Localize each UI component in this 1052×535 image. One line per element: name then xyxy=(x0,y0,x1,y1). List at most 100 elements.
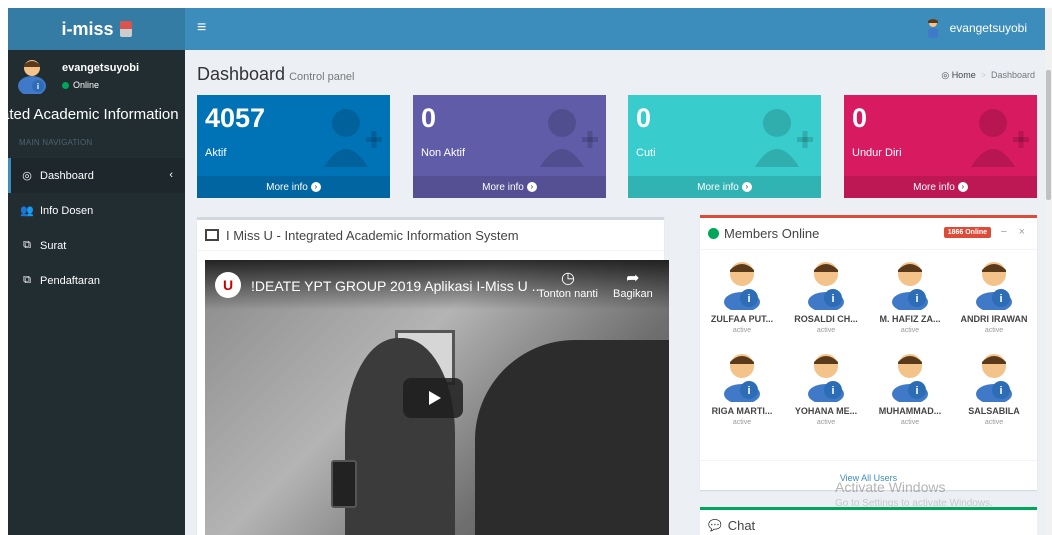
scrollbar[interactable] xyxy=(1045,8,1052,535)
sidebar-item-dashboard[interactable]: ◎ Dashboard ‹ xyxy=(8,158,185,193)
page-title: Dashboard Control panel xyxy=(197,64,355,85)
member-item[interactable]: i MUHAMMAD... active xyxy=(868,348,952,436)
sidebar-menu: ◎ Dashboard ‹ 👥 Info Dosen ⧉ Surat ⧉ Pen… xyxy=(8,158,185,298)
member-name: RIGA MARTI... xyxy=(711,406,773,416)
video-box-title: I Miss U - Integrated Academic Informati… xyxy=(226,227,519,243)
play-icon xyxy=(428,391,441,405)
app-window: i-miss ≡ evangetsuyobi i evangetsuyobi O… xyxy=(0,0,1052,535)
online-dot-icon xyxy=(708,228,719,239)
breadcrumb-current: Dashboard xyxy=(990,70,1035,80)
copy-icon: ⧉ xyxy=(23,239,31,251)
sidebar-item-surat[interactable]: ⧉ Surat xyxy=(8,228,185,263)
clock-icon: ◷ xyxy=(560,270,575,287)
stat-label: Undur Diri xyxy=(852,147,902,159)
online-status-label: Online xyxy=(73,80,100,90)
play-button[interactable] xyxy=(403,378,463,418)
stat-label: Non Aktif xyxy=(421,147,466,159)
flag-icon xyxy=(119,21,132,37)
member-status: active xyxy=(816,419,836,426)
chat-icon: 💬 xyxy=(708,519,722,532)
brand-logo[interactable]: i-miss xyxy=(8,8,185,50)
online-status: Online xyxy=(62,80,99,90)
more-info-link[interactable]: More info › xyxy=(197,176,390,198)
svg-text:i: i xyxy=(747,293,750,305)
member-status: active xyxy=(984,327,1004,334)
sidebar-item-pendaftaran[interactable]: ⧉ Pendaftaran xyxy=(8,263,185,298)
svg-text:i: i xyxy=(831,385,834,397)
member-avatar: i xyxy=(808,262,844,310)
member-status: active xyxy=(984,419,1004,426)
chevron-left-icon: ‹ xyxy=(169,169,173,181)
member-item[interactable]: i ROSALDI CH... active xyxy=(784,256,868,344)
user-add-icon xyxy=(540,109,598,167)
member-name: MUHAMMAD... xyxy=(878,406,942,416)
sidebar-username: evangetsuyobi xyxy=(62,62,140,74)
arrow-circle-right-icon: › xyxy=(526,182,537,192)
user-avatar: i xyxy=(18,60,46,94)
breadcrumb-separator: > xyxy=(980,70,986,80)
member-item[interactable]: i YOHANA ME... active xyxy=(784,348,868,436)
member-status: active xyxy=(900,327,920,334)
stat-value: 0 xyxy=(421,103,437,133)
more-info-link[interactable]: More info › xyxy=(413,176,606,198)
user-menu[interactable]: evangetsuyobi xyxy=(926,18,1027,38)
svg-text:i: i xyxy=(831,293,834,305)
navbar-username: evangetsuyobi xyxy=(949,21,1027,35)
sidebar-toggle-icon[interactable]: ≡ xyxy=(197,19,206,37)
member-item[interactable]: i M. HAFIZ ZA... active xyxy=(868,256,952,344)
video-player[interactable]: U !DEATE YPT GROUP 2019 Aplikasi I-Miss … xyxy=(205,260,669,535)
member-item[interactable]: i ZULFAA PUT... active xyxy=(700,256,784,344)
online-dot-icon xyxy=(62,82,69,90)
video-person xyxy=(475,340,669,535)
member-status: active xyxy=(732,327,752,334)
svg-text:i: i xyxy=(747,385,750,397)
users-icon: 👥 xyxy=(20,205,34,217)
main-content: Dashboard Control panel ◎ Home > Dashboard … xyxy=(185,50,1045,535)
scrollbar-thumb[interactable] xyxy=(1046,70,1051,200)
more-info-label: More info xyxy=(697,181,739,193)
member-name: ROSALDI CH... xyxy=(794,314,858,324)
stat-value: 4057 xyxy=(205,103,266,133)
share-label: Bagikan xyxy=(613,288,653,300)
member-name: YOHANA ME... xyxy=(794,406,858,416)
channel-logo-icon[interactable]: U xyxy=(215,272,241,298)
user-add-icon xyxy=(971,109,1029,167)
brand-name: i-miss xyxy=(61,18,114,39)
video-title[interactable]: !DEATE YPT GROUP 2019 Aplikasi I-Miss U … xyxy=(251,278,543,294)
dashboard-icon: ◎ xyxy=(22,170,32,182)
online-count-badge: 1866 Online xyxy=(943,227,991,238)
member-item[interactable]: i ANDRI IRAWAN active xyxy=(952,256,1036,344)
breadcrumb: ◎ Home > Dashboard xyxy=(941,70,1035,81)
share-button[interactable]: ➦ Bagikan xyxy=(613,268,653,300)
left-margin xyxy=(0,0,8,535)
activation-watermark: Activate Windows xyxy=(835,479,946,495)
member-avatar: i xyxy=(976,354,1012,402)
stat-box-non-aktif: 0 Non Aktif More info › xyxy=(413,95,606,198)
member-avatar: i xyxy=(724,262,760,310)
copy-icon: ⧉ xyxy=(23,274,31,286)
member-name: ANDRI IRAWAN xyxy=(960,314,1028,324)
breadcrumb-home[interactable]: Home xyxy=(952,70,976,80)
film-icon xyxy=(205,229,219,241)
arrow-circle-right-icon: › xyxy=(310,182,321,192)
sidebar-item-label: Info Dosen xyxy=(40,204,94,217)
stat-box-aktif: 4057 Aktif More info › xyxy=(197,95,390,198)
more-info-link[interactable]: More info › xyxy=(844,176,1037,198)
svg-text:i: i xyxy=(915,293,918,305)
sidebar-item-info-dosen[interactable]: 👥 Info Dosen xyxy=(8,193,185,228)
member-item[interactable]: i SALSABILA active xyxy=(952,348,1036,436)
member-avatar: i xyxy=(724,354,760,402)
stat-value: 0 xyxy=(852,103,868,133)
share-icon: ➦ xyxy=(626,270,640,287)
member-item[interactable]: i RIGA MARTI... active xyxy=(700,348,784,436)
member-name: SALSABILA xyxy=(968,406,1020,416)
svg-text:i: i xyxy=(915,385,918,397)
minimize-button[interactable]: − xyxy=(1001,226,1007,238)
close-button[interactable]: × xyxy=(1019,226,1025,238)
more-info-link[interactable]: More info › xyxy=(628,176,821,198)
watch-later-button[interactable]: ◷ Tonton nanti xyxy=(538,268,598,300)
member-status: active xyxy=(732,419,752,426)
page-title-text: Dashboard xyxy=(197,64,286,84)
nav-header: MAIN NAVIGATION xyxy=(19,138,93,147)
arrow-circle-right-icon: › xyxy=(957,182,968,192)
